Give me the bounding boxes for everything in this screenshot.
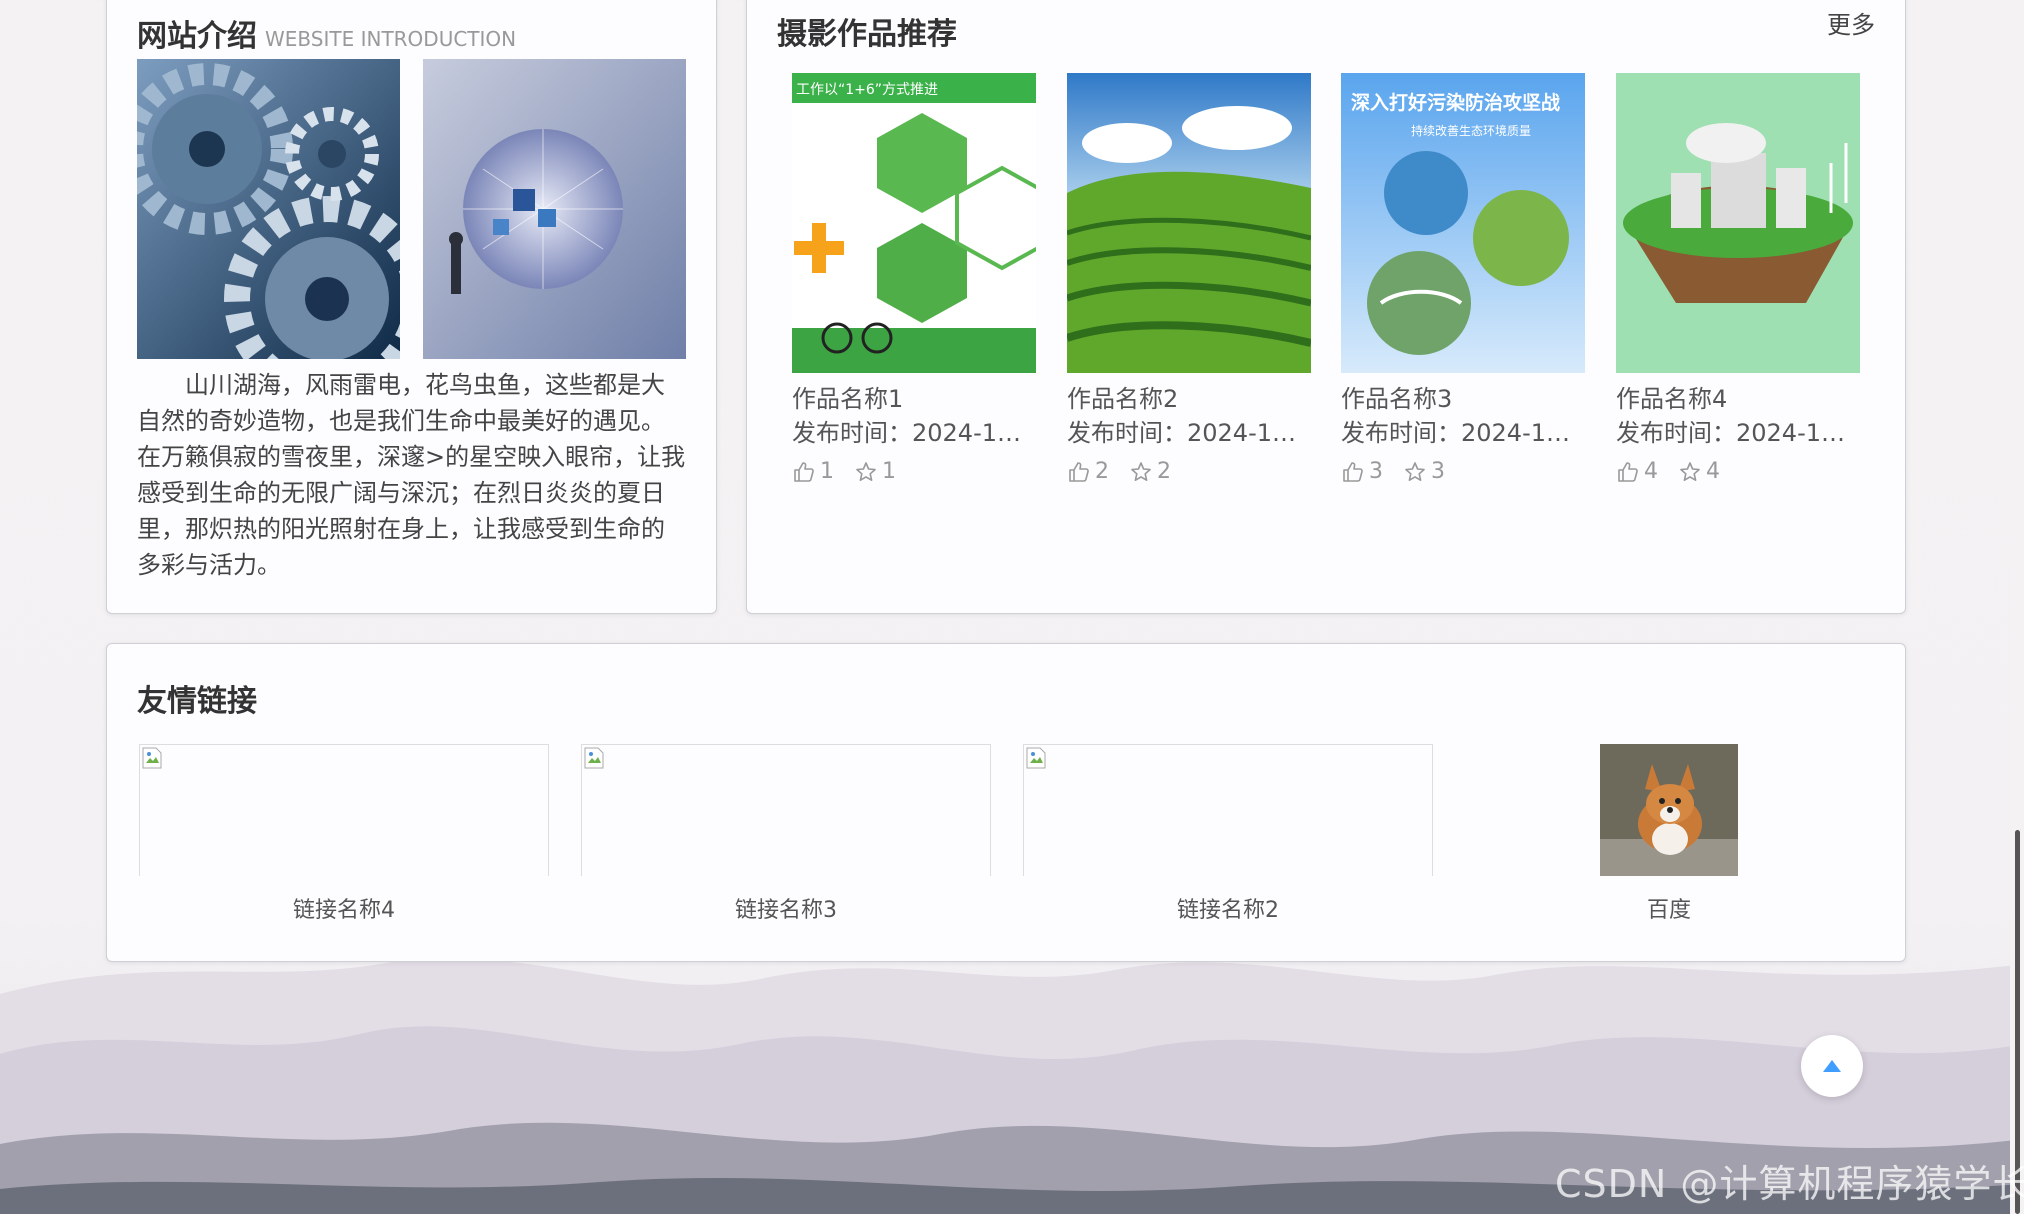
work-stats-4: 4 4 xyxy=(1616,459,1860,484)
link-item-2[interactable]: 链接名称3 xyxy=(581,744,991,924)
work-thumbnail-3[interactable]: 深入打好污染防治攻坚战 持续改善生态环境质量 xyxy=(1341,73,1585,373)
like-count: 3 xyxy=(1369,459,1383,484)
link-item-3[interactable]: 链接名称2 xyxy=(1023,744,1433,924)
link-item-4[interactable]: 百度 xyxy=(1600,744,1738,924)
intro-description: 山川湖海，风雨雷电，花鸟虫鱼，这些都是大自然的奇妙造物，也是我们生命中最美好的遇… xyxy=(137,371,686,579)
link-item-1[interactable]: 链接名称4 xyxy=(139,744,549,924)
back-to-top-button[interactable] xyxy=(1801,1035,1863,1097)
website-intro-card: 网站介绍 WEBSITE INTRODUCTION 山川湖海，风雨雷电，花鸟虫鱼… xyxy=(106,0,717,614)
link-name-3[interactable]: 链接名称2 xyxy=(1023,892,1433,924)
link-image-placeholder[interactable] xyxy=(581,744,991,876)
link-image-placeholder[interactable] xyxy=(1023,744,1433,876)
work-date-2: 发布时间：2024-11-... xyxy=(1067,419,1311,447)
work-name-3[interactable]: 作品名称3 xyxy=(1341,383,1585,415)
star-icon[interactable] xyxy=(854,460,878,484)
works-title: 摄影作品推荐 xyxy=(777,17,957,52)
favorite-count: 1 xyxy=(882,459,896,484)
like-count: 4 xyxy=(1644,459,1658,484)
work-date-4: 发布时间：2024-11-... xyxy=(1616,419,1860,447)
work-date-1: 发布时间：2024-11-... xyxy=(792,419,1036,447)
links-title: 友情链接 xyxy=(137,684,257,719)
link-name-2[interactable]: 链接名称3 xyxy=(581,892,991,924)
work-name-1[interactable]: 作品名称1 xyxy=(792,383,1036,415)
friend-links-card: 友情链接 链接名称4 链接名称3 链接名称2 百度 xyxy=(106,643,1906,962)
watermark-text: CSDN @计算机程序猿学长 xyxy=(1555,1162,2024,1206)
link-name-4[interactable]: 百度 xyxy=(1600,892,1738,924)
work-name-2[interactable]: 作品名称2 xyxy=(1067,383,1311,415)
work-card-3[interactable]: 深入打好污染防治攻坚战 持续改善生态环境质量 作品名称3 发布时间：2024-1… xyxy=(1341,73,1585,484)
broken-image-icon xyxy=(1026,747,1046,769)
page-scrollbar[interactable] xyxy=(2010,0,2024,1214)
favorite-count: 4 xyxy=(1706,459,1720,484)
work-card-4[interactable]: 作品名称4 发布时间：2024-11-... 4 4 xyxy=(1616,73,1860,484)
thumbs-up-icon[interactable] xyxy=(1067,460,1091,484)
star-icon[interactable] xyxy=(1678,460,1702,484)
work-thumbnail-4[interactable] xyxy=(1616,73,1860,373)
intro-subtitle: WEBSITE INTRODUCTION xyxy=(265,27,517,51)
star-icon[interactable] xyxy=(1403,460,1427,484)
broken-image-icon xyxy=(584,747,604,769)
intro-title: 网站介绍 xyxy=(137,19,257,54)
thumb3-title-text: 深入打好污染防治攻坚战 xyxy=(1351,91,1560,114)
favorite-count: 3 xyxy=(1431,459,1445,484)
thumb3-sub-text: 持续改善生态环境质量 xyxy=(1411,123,1531,138)
thumbs-up-icon[interactable] xyxy=(1341,460,1365,484)
work-date-3: 发布时间：2024-11-... xyxy=(1341,419,1585,447)
link-image-dog[interactable] xyxy=(1600,744,1738,876)
caret-up-icon xyxy=(1823,1060,1841,1072)
work-card-1[interactable]: 工作以“1+6”方式推进 作品名称1 发布时间：2024-11-... 1 1 xyxy=(792,73,1036,484)
thumbs-up-icon[interactable] xyxy=(1616,460,1640,484)
link-name-1[interactable]: 链接名称4 xyxy=(139,892,549,924)
work-thumbnail-1[interactable]: 工作以“1+6”方式推进 xyxy=(792,73,1036,373)
like-count: 2 xyxy=(1095,459,1109,484)
work-name-4[interactable]: 作品名称4 xyxy=(1616,383,1860,415)
link-image-placeholder[interactable] xyxy=(139,744,549,876)
work-thumbnail-2[interactable] xyxy=(1067,73,1311,373)
work-stats-2: 2 2 xyxy=(1067,459,1311,484)
intro-image-globe xyxy=(423,59,686,359)
like-count: 1 xyxy=(820,459,834,484)
star-icon[interactable] xyxy=(1129,460,1153,484)
broken-image-icon xyxy=(142,747,162,769)
more-link[interactable]: 更多 xyxy=(1827,5,1875,40)
work-stats-1: 1 1 xyxy=(792,459,1036,484)
favorite-count: 2 xyxy=(1157,459,1171,484)
intro-heading: 网站介绍 WEBSITE INTRODUCTION xyxy=(137,11,516,55)
thumbs-up-icon[interactable] xyxy=(792,460,816,484)
work-card-2[interactable]: 作品名称2 发布时间：2024-11-... 2 2 xyxy=(1067,73,1311,484)
photo-works-card: 摄影作品推荐 更多 工作以“1+6”方式推进 作品名称1 发布时间：2024-1… xyxy=(746,0,1906,614)
work-stats-3: 3 3 xyxy=(1341,459,1585,484)
intro-image-gears xyxy=(137,59,400,359)
thumb1-banner-text: 工作以“1+6”方式推进 xyxy=(796,82,938,98)
